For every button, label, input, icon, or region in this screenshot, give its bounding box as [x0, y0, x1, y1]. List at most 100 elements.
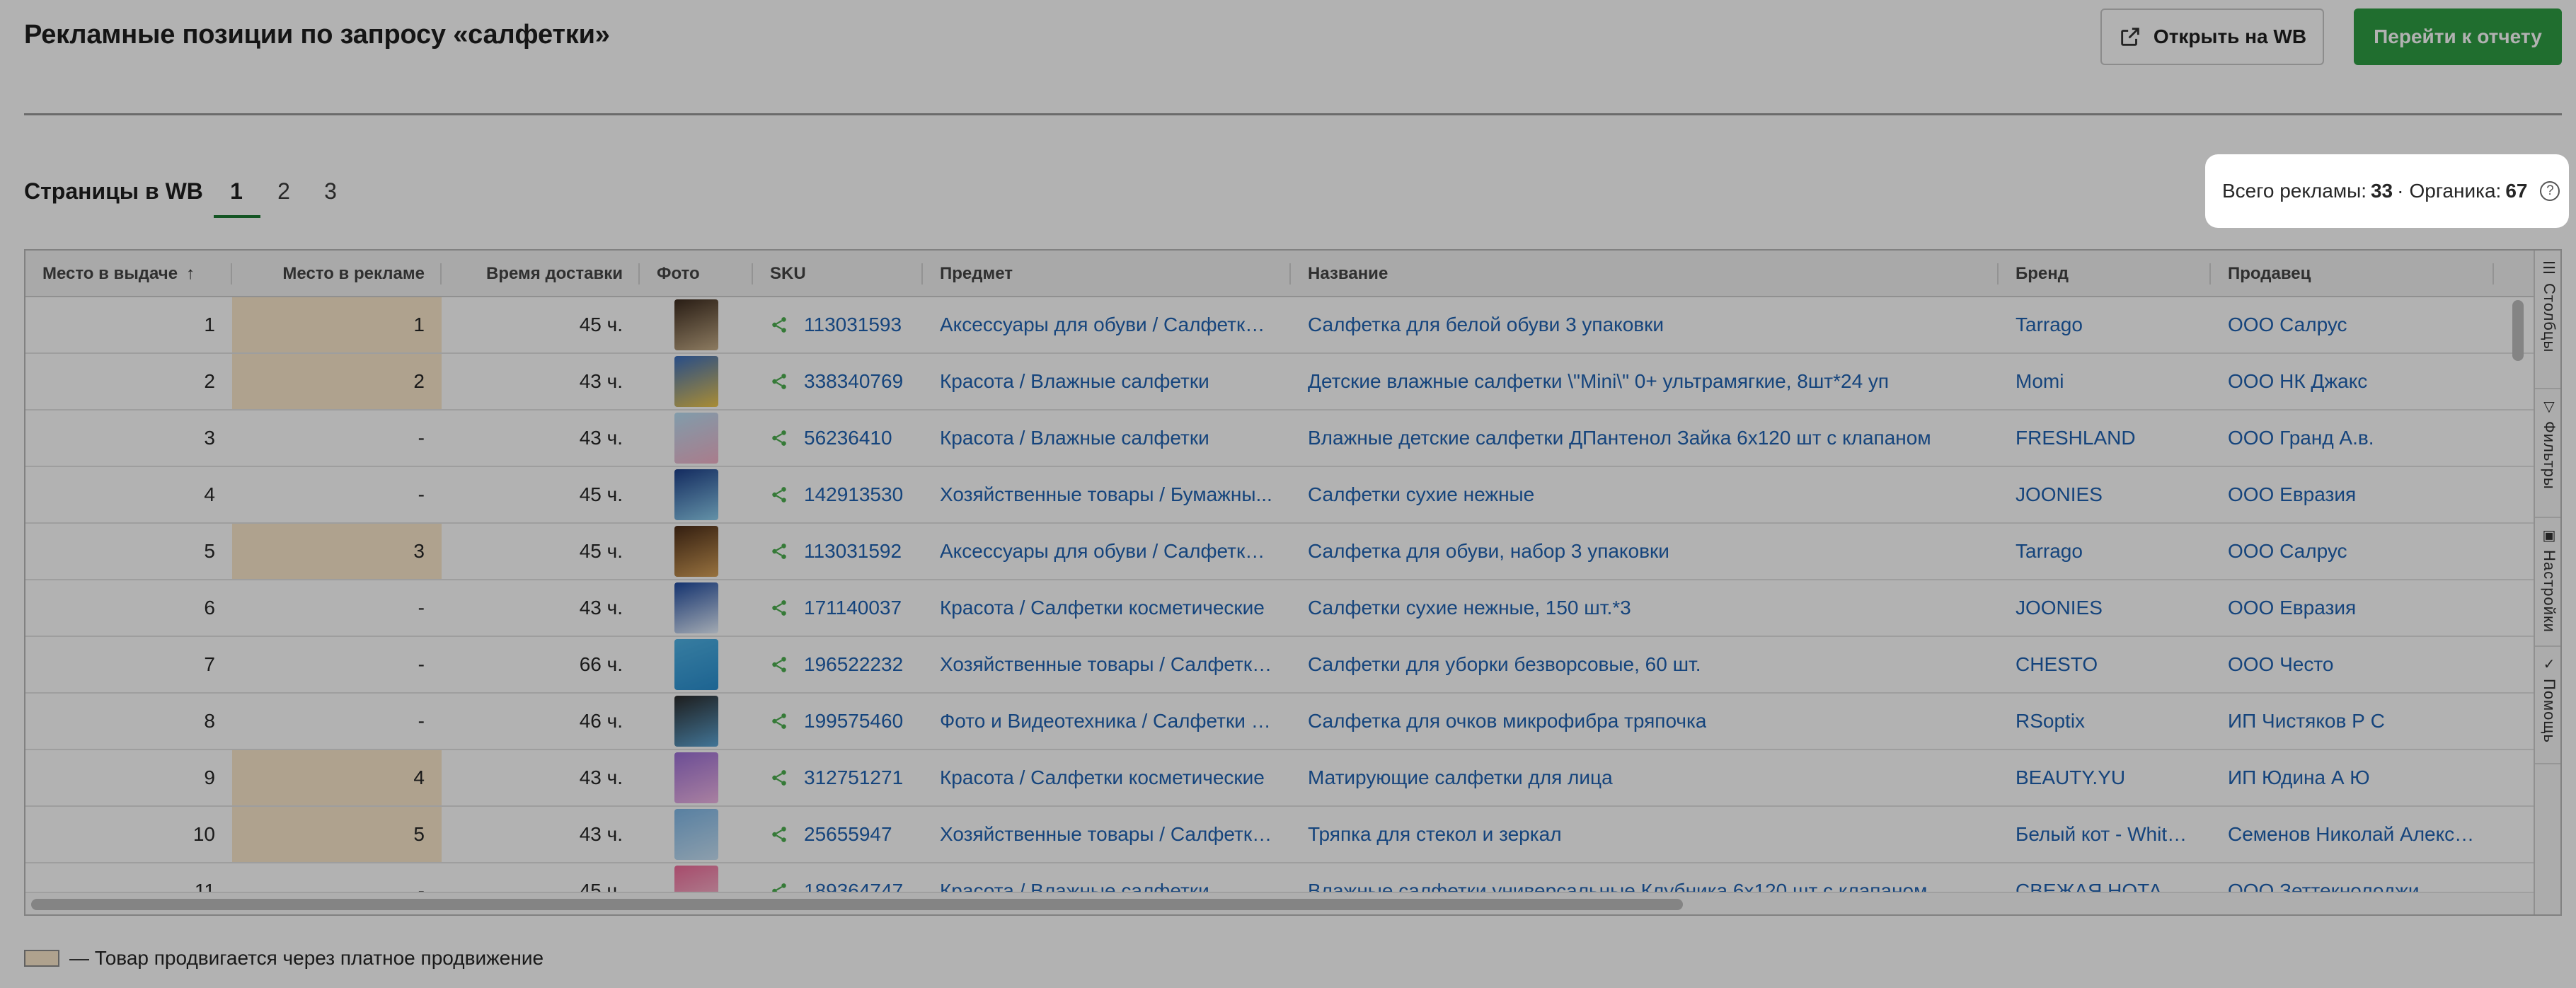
cell-brand[interactable]: Tarrago: [1999, 297, 2211, 352]
page-tab-1[interactable]: 1: [222, 178, 251, 205]
cell-sku[interactable]: 56236410: [753, 410, 923, 466]
cell-subject-text[interactable]: Аксессуары для обуви / Салфетки ...: [940, 297, 1274, 352]
table-row[interactable]: 8 - 46 ч. 199575460 Фото и Видеотехника / Са…: [25, 694, 2534, 750]
cell-seller-text[interactable]: ООО Гранд А.в.: [2228, 410, 2374, 466]
cell-sku[interactable]: 113031592: [753, 524, 923, 579]
column-header-place[interactable]: Место в выдаче ↑: [25, 251, 232, 297]
share-icon[interactable]: [770, 599, 788, 617]
cell-seller-text[interactable]: ООО НК Джакс: [2228, 354, 2367, 409]
cell-sku[interactable]: 338340769: [753, 354, 923, 409]
cell-name[interactable]: Салфетки сухие нежные: [1291, 467, 1999, 522]
column-header-ad-place[interactable]: Место в рекламе: [232, 251, 442, 297]
cell-seller[interactable]: ООО Салрус: [2211, 524, 2494, 579]
cell-seller[interactable]: ООО Евразия: [2211, 580, 2494, 636]
sku-link[interactable]: 312751271: [804, 766, 903, 789]
share-icon[interactable]: [770, 882, 788, 892]
horizontal-scrollbar[interactable]: [31, 899, 1683, 910]
column-header-photo[interactable]: Фото: [640, 251, 753, 297]
cell-name[interactable]: Салфетки сухие нежные, 150 шт.*3: [1291, 580, 1999, 636]
cell-seller-text[interactable]: ООО Евразия: [2228, 580, 2356, 636]
product-photo[interactable]: [674, 469, 718, 520]
cell-name-text[interactable]: Влажные салфетки универсальные Клубника …: [1308, 863, 1927, 892]
cell-seller[interactable]: Семенов Николай Алексе...: [2211, 807, 2494, 862]
cell-name[interactable]: Салфетка для очков микрофибра тряпочка: [1291, 694, 1999, 749]
product-photo[interactable]: [674, 639, 718, 690]
sku-link[interactable]: 189364747: [804, 880, 903, 892]
cell-seller[interactable]: ООО Зеттекнолоджи: [2211, 863, 2494, 892]
share-icon[interactable]: [770, 769, 788, 787]
cell-name[interactable]: Тряпка для стекол и зеркал: [1291, 807, 1999, 862]
cell-brand-text[interactable]: Tarrago: [2016, 297, 2083, 352]
cell-subject-text[interactable]: Красота / Влажные салфетки: [940, 410, 1209, 466]
cell-subject[interactable]: Красота / Влажные салфетки: [923, 354, 1291, 409]
cell-sku[interactable]: 196522232: [753, 637, 923, 692]
sku-link[interactable]: 25655947: [804, 823, 892, 846]
product-photo[interactable]: [674, 299, 718, 350]
cell-name-text[interactable]: Салфетки сухие нежные, 150 шт.*3: [1308, 580, 1631, 636]
product-photo[interactable]: [674, 809, 718, 860]
cell-name[interactable]: Влажные салфетки универсальные Клубника …: [1291, 863, 1999, 892]
cell-subject[interactable]: Аксессуары для обуви / Салфетки ...: [923, 524, 1291, 579]
cell-seller-text[interactable]: ИП Юдина А Ю: [2228, 750, 2370, 805]
cell-name[interactable]: Салфетка для обуви, набор 3 упаковки: [1291, 524, 1999, 579]
cell-name-text[interactable]: Салфетка для белой обуви 3 упаковки: [1308, 297, 1664, 352]
sku-link[interactable]: 171140037: [804, 597, 902, 619]
cell-brand[interactable]: RSoptix: [1999, 694, 2211, 749]
cell-brand-text[interactable]: Momi: [2016, 354, 2064, 409]
share-icon[interactable]: [770, 825, 788, 844]
product-photo[interactable]: [674, 866, 718, 892]
cell-subject[interactable]: Хозяйственные товары / Салфетки...: [923, 807, 1291, 862]
cell-subject[interactable]: Фото и Видеотехника / Салфетки д...: [923, 694, 1291, 749]
help-icon[interactable]: ?: [2540, 181, 2560, 201]
cell-brand-text[interactable]: JOONIES: [2016, 467, 2103, 522]
cell-subject-text[interactable]: Красота / Салфетки косметические: [940, 580, 1265, 636]
column-header-sku[interactable]: SKU: [753, 251, 923, 297]
cell-brand-text[interactable]: FRESHLAND: [2016, 410, 2136, 466]
cell-sku[interactable]: 142913530: [753, 467, 923, 522]
cell-seller[interactable]: ООО Евразия: [2211, 467, 2494, 522]
product-photo[interactable]: [674, 696, 718, 747]
sku-link[interactable]: 113031592: [804, 540, 902, 563]
cell-subject-text[interactable]: Красота / Влажные салфетки: [940, 354, 1209, 409]
side-button-columns[interactable]: ☰ Столбцы: [2535, 251, 2560, 389]
cell-seller[interactable]: ООО Гранд А.в.: [2211, 410, 2494, 466]
cell-subject[interactable]: Хозяйственные товары / Салфетки...: [923, 637, 1291, 692]
cell-subject[interactable]: Хозяйственные товары / Бумажны...: [923, 467, 1291, 522]
cell-brand-text[interactable]: CHESTO: [2016, 637, 2098, 692]
table-row[interactable]: 7 - 66 ч. 196522232 Хозяйственные товары / С…: [25, 637, 2534, 694]
share-icon[interactable]: [770, 542, 788, 561]
product-photo[interactable]: [674, 413, 718, 464]
cell-name[interactable]: Салфетки для уборки безворсовые, 60 шт.: [1291, 637, 1999, 692]
table-row[interactable]: 6 - 43 ч. 171140037 Красота / Салфетки косме…: [25, 580, 2534, 637]
cell-sku[interactable]: 312751271: [753, 750, 923, 805]
cell-subject[interactable]: Красота / Влажные салфетки: [923, 410, 1291, 466]
product-photo[interactable]: [674, 356, 718, 407]
cell-seller[interactable]: ООО НК Джакс: [2211, 354, 2494, 409]
cell-seller[interactable]: ИП Чистяков Р С: [2211, 694, 2494, 749]
page-tab-3[interactable]: 3: [316, 178, 345, 205]
cell-name-text[interactable]: Салфетки для уборки безворсовые, 60 шт.: [1308, 637, 1701, 692]
cell-seller[interactable]: ИП Юдина А Ю: [2211, 750, 2494, 805]
cell-name-text[interactable]: Влажные детские салфетки ДПантенол Зайка…: [1308, 410, 1931, 466]
sku-link[interactable]: 56236410: [804, 427, 892, 449]
table-row[interactable]: 2 2 43 ч. 338340769 Красота / Влажные салфет…: [25, 354, 2534, 410]
go-to-report-button[interactable]: Перейти к отчету: [2354, 8, 2562, 65]
cell-name[interactable]: Детские влажные салфетки \"Mini\" 0+ уль…: [1291, 354, 1999, 409]
cell-brand[interactable]: Tarrago: [1999, 524, 2211, 579]
cell-brand-text[interactable]: JOONIES: [2016, 580, 2103, 636]
table-row[interactable]: 3 - 43 ч. 56236410 Красота / Влажные салфетк…: [25, 410, 2534, 467]
share-icon[interactable]: [770, 712, 788, 730]
sku-link[interactable]: 113031593: [804, 314, 902, 336]
cell-sku[interactable]: 189364747: [753, 863, 923, 892]
cell-subject-text[interactable]: Красота / Влажные салфетки: [940, 863, 1209, 892]
side-button-filters[interactable]: ▽ Фильтры: [2535, 389, 2560, 518]
table-row[interactable]: 11 - 45 ч. 189364747 Красота / Влажные салфе…: [25, 863, 2534, 892]
cell-brand[interactable]: JOONIES: [1999, 467, 2211, 522]
product-photo[interactable]: [674, 752, 718, 803]
cell-subject[interactable]: Красота / Влажные салфетки: [923, 863, 1291, 892]
vertical-scrollbar[interactable]: [2512, 300, 2524, 361]
sku-link[interactable]: 338340769: [804, 370, 903, 393]
open-on-wb-button[interactable]: Открыть на WB: [2100, 8, 2324, 65]
cell-sku[interactable]: 171140037: [753, 580, 923, 636]
side-button-help[interactable]: ✓ Помощь: [2535, 647, 2560, 764]
